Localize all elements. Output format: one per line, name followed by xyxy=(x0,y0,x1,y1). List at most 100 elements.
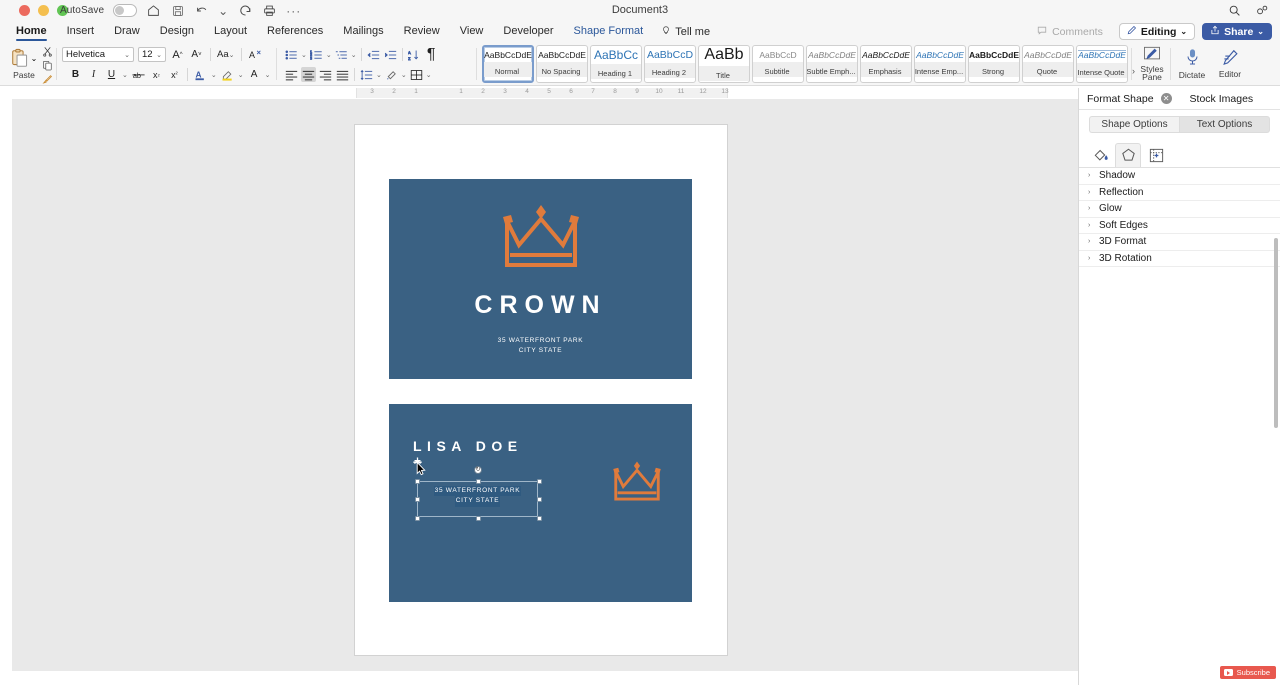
fill-line-icon[interactable] xyxy=(1087,143,1113,167)
editor-tool[interactable]: Editor xyxy=(1210,42,1250,86)
multilevel-list-icon[interactable] xyxy=(334,47,349,62)
business-card-back[interactable]: LISA DOE 35 WATERFRONT PARK CITY STATE ↻ xyxy=(389,404,692,602)
resize-handle-bottom-right[interactable] xyxy=(537,516,542,521)
dictate-button[interactable]: Dictate xyxy=(1172,42,1212,86)
resize-handle-top-right[interactable] xyxy=(537,479,542,484)
bullets-chevron-icon[interactable]: ⌄ xyxy=(301,51,307,59)
justify-icon[interactable] xyxy=(335,67,350,82)
underline-chevron-icon[interactable]: ⌄ xyxy=(122,71,128,79)
borders-icon[interactable] xyxy=(409,67,424,82)
align-right-icon[interactable] xyxy=(318,67,333,82)
style-quote[interactable]: AaBbCcDdE Quote xyxy=(1022,45,1074,83)
text-color-button[interactable]: A xyxy=(193,67,208,82)
resize-handle-bottom-center[interactable] xyxy=(476,516,481,521)
tab-layout[interactable]: Layout xyxy=(204,21,257,42)
tab-insert[interactable]: Insert xyxy=(57,21,105,42)
style-heading-2[interactable]: AaBbCcD Heading 2 xyxy=(644,45,696,83)
tab-design[interactable]: Design xyxy=(150,21,204,42)
paste-chevron-icon[interactable]: ⌄ xyxy=(31,54,38,63)
tab-home[interactable]: Home xyxy=(6,21,57,42)
style-subtitle[interactable]: AaBbCcD Subtitle xyxy=(752,45,804,83)
bullets-icon[interactable] xyxy=(284,47,299,62)
clear-formatting-button[interactable]: A xyxy=(248,47,263,62)
grow-font-button[interactable]: A ^ xyxy=(170,47,185,62)
style-title[interactable]: AaBb Title xyxy=(698,45,750,83)
copy-icon[interactable] xyxy=(40,59,54,71)
document-page[interactable]: CROWN 35 WATERFRONT PARK CITY STATE LISA… xyxy=(355,125,727,655)
multilevel-chevron-icon[interactable]: ⌄ xyxy=(351,51,357,59)
tab-shape-format[interactable]: Shape Format xyxy=(564,21,654,42)
tab-stock-images[interactable]: Stock Images xyxy=(1190,93,1254,105)
comments-button[interactable]: Comments xyxy=(1028,23,1112,40)
superscript-button[interactable]: x² xyxy=(167,67,182,82)
style-heading-1[interactable]: AaBbCc Heading 1 xyxy=(590,45,642,83)
font-color-button[interactable]: A xyxy=(247,67,262,82)
increase-indent-icon[interactable] xyxy=(383,47,398,62)
tab-mailings[interactable]: Mailings xyxy=(333,21,393,42)
effects-pentagon-icon[interactable] xyxy=(1115,143,1141,167)
numbering-icon[interactable]: 1 2 3 xyxy=(309,47,324,62)
line-spacing-icon[interactable] xyxy=(359,67,374,82)
format-painter-icon[interactable] xyxy=(40,73,54,85)
shrink-font-button[interactable]: A ˅ xyxy=(189,47,204,62)
resize-handle-top-center[interactable] xyxy=(476,479,481,484)
style-normal[interactable]: AaBbCcDdE Normal xyxy=(482,45,534,83)
close-icon[interactable]: ✕ xyxy=(1160,93,1172,104)
decrease-indent-icon[interactable] xyxy=(366,47,381,62)
style-strong[interactable]: AaBbCcDdE Strong xyxy=(968,45,1020,83)
style-emphasis[interactable]: AaBbCcDdE Emphasis xyxy=(860,45,912,83)
styles-pane-button[interactable]: Styles Pane xyxy=(1132,42,1172,86)
strikethrough-button[interactable]: ab xyxy=(131,67,146,82)
tab-text-options[interactable]: Text Options xyxy=(1179,116,1270,133)
tab-shape-options[interactable]: Shape Options xyxy=(1089,116,1179,133)
shading-icon[interactable] xyxy=(384,67,399,82)
style-no-spacing[interactable]: AaBbCcDdE No Spacing xyxy=(536,45,588,83)
search-icon[interactable] xyxy=(1227,3,1242,18)
section-shadow[interactable]: › Shadow xyxy=(1079,168,1280,185)
highlight-chevron-icon[interactable]: ⌄ xyxy=(238,71,244,79)
styles-pane-tool[interactable]: Styles Pane xyxy=(1132,42,1172,86)
document-canvas[interactable]: CROWN 35 WATERFRONT PARK CITY STATE LISA… xyxy=(12,99,1078,671)
bold-button[interactable]: B xyxy=(68,67,83,82)
subscript-button[interactable]: x₂ xyxy=(149,67,164,82)
vertical-scrollbar[interactable] xyxy=(1274,238,1278,428)
layout-properties-icon[interactable] xyxy=(1143,143,1169,167)
shading-chevron-icon[interactable]: ⌄ xyxy=(401,71,407,79)
tab-view[interactable]: View xyxy=(450,21,494,42)
cut-icon[interactable] xyxy=(40,45,54,57)
change-case-button[interactable]: Aa ⌄ xyxy=(217,47,235,62)
selected-text-content[interactable]: 35 WATERFRONT PARK CITY STATE xyxy=(418,486,537,507)
line-spacing-chevron-icon[interactable]: ⌄ xyxy=(376,71,382,79)
font-family-select[interactable]: Helvetica ⌄ xyxy=(62,47,134,62)
paste-button[interactable]: ⌄ Paste xyxy=(6,42,42,86)
section-3d-rotation[interactable]: › 3D Rotation xyxy=(1079,251,1280,267)
resize-handle-middle-left[interactable] xyxy=(415,497,420,502)
editing-mode-button[interactable]: Editing ⌄ xyxy=(1118,23,1196,40)
style-intense-emphasis[interactable]: AaBbCcDdE Intense Emp... xyxy=(914,45,966,83)
font-size-select[interactable]: 12 ⌄ xyxy=(138,47,166,62)
font-color-chevron-icon[interactable]: ⌄ xyxy=(265,71,271,79)
rotation-handle[interactable]: ↻ xyxy=(474,466,482,474)
share-button[interactable]: Share ⌄ xyxy=(1202,23,1272,40)
tab-references[interactable]: References xyxy=(257,21,333,42)
editor-button[interactable]: Editor xyxy=(1210,42,1250,86)
vertical-ruler[interactable] xyxy=(0,99,12,669)
subscribe-badge[interactable]: Subscribe xyxy=(1219,666,1276,679)
tell-me-button[interactable]: Tell me xyxy=(653,25,718,39)
align-left-icon[interactable] xyxy=(284,67,299,82)
ribbon-display-icon[interactable] xyxy=(1255,3,1270,18)
section-soft-edges[interactable]: › Soft Edges xyxy=(1079,218,1280,234)
resize-handle-bottom-left[interactable] xyxy=(415,516,420,521)
sort-icon[interactable]: A Z xyxy=(407,47,422,62)
section-3d-format[interactable]: › 3D Format xyxy=(1079,234,1280,251)
italic-button[interactable]: I xyxy=(86,67,101,82)
align-center-icon[interactable] xyxy=(301,67,316,82)
style-subtle-emphasis[interactable]: AaBbCcDdE Subtle Emph... xyxy=(806,45,858,83)
numbering-chevron-icon[interactable]: ⌄ xyxy=(326,51,332,59)
tab-draw[interactable]: Draw xyxy=(104,21,150,42)
resize-handle-middle-right[interactable] xyxy=(537,497,542,502)
borders-chevron-icon[interactable]: ⌄ xyxy=(426,71,432,79)
dictate-tool[interactable]: Dictate xyxy=(1172,42,1212,86)
business-card-front[interactable]: CROWN 35 WATERFRONT PARK CITY STATE xyxy=(389,179,692,379)
text-color-chevron-icon[interactable]: ⌄ xyxy=(211,71,217,79)
